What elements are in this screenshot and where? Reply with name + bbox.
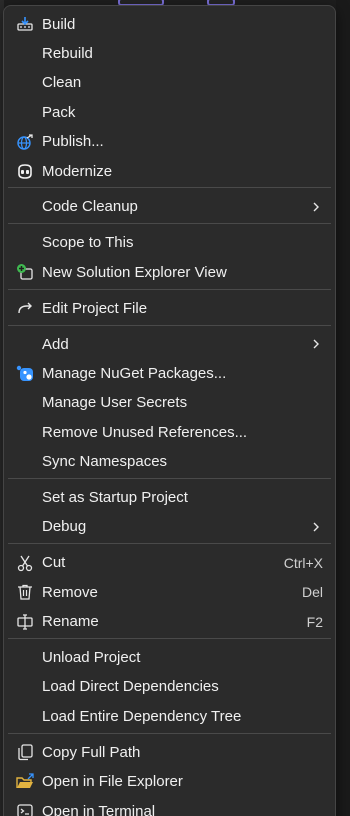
- menu-item-remove[interactable]: Remove Del: [8, 578, 331, 606]
- menu-item-remove-unused-references[interactable]: Remove Unused References...: [8, 418, 331, 446]
- copy-icon: [14, 741, 36, 763]
- menu-item-label: Unload Project: [42, 649, 141, 666]
- menu-item-cut[interactable]: Cut Ctrl+X: [8, 549, 331, 577]
- menu-separator: [8, 223, 331, 225]
- menu-item-scope-to-this[interactable]: Scope to This: [8, 229, 331, 257]
- menu-item-rebuild[interactable]: Rebuild: [8, 39, 331, 67]
- menu-separator: [8, 288, 331, 290]
- menu-item-label: Scope to This: [42, 234, 134, 252]
- menu-item-rename[interactable]: Rename F2: [8, 608, 331, 636]
- menu-item-code-cleanup[interactable]: Code Cleanup: [8, 193, 331, 221]
- menu-item-label: Remove Unused References...: [42, 423, 248, 441]
- menu-item-label: Open in Terminal: [42, 802, 156, 816]
- menu-separator: [8, 187, 331, 189]
- menu-item-load-entire-dependency-tree[interactable]: Load Entire Dependency Tree: [8, 702, 331, 730]
- menu-separator: [8, 732, 331, 734]
- menu-item-label: Rename: [42, 613, 99, 631]
- menu-item-label: Manage User Secrets: [42, 394, 188, 412]
- menu-item-label: Remove: [42, 583, 98, 601]
- nuget-icon: [14, 362, 36, 384]
- menu-item-manage-user-secrets[interactable]: Manage User Secrets: [8, 389, 331, 417]
- globe-publish-icon: [14, 131, 36, 153]
- menu-item-manage-nuget-packages[interactable]: Manage NuGet Packages...: [8, 359, 331, 387]
- menu-item-label: Add: [42, 335, 69, 353]
- menu-item-label: Edit Project File: [42, 299, 148, 317]
- menu-item-build[interactable]: Build: [8, 10, 331, 38]
- menu-item-sync-namespaces[interactable]: Sync Namespaces: [8, 448, 331, 476]
- menu-item-open-in-file-explorer[interactable]: Open in File Explorer: [8, 768, 331, 796]
- menu-item-load-direct-dependencies[interactable]: Load Direct Dependencies: [8, 673, 331, 701]
- menu-item-label: Load Direct Dependencies: [42, 678, 219, 696]
- menu-item-set-as-startup-project[interactable]: Set as Startup Project: [8, 484, 331, 512]
- trash-icon: [14, 581, 36, 603]
- shortcut-text: Del: [301, 584, 323, 601]
- shortcut-text: Ctrl+X: [283, 554, 323, 571]
- menu-item-label: Open in File Explorer: [42, 773, 183, 791]
- scissors-icon: [14, 552, 36, 574]
- screen: Build Rebuild Clean Pack Publish... Modernize…: [0, 0, 350, 816]
- build-icon: [14, 13, 36, 35]
- menu-item-label: Manage NuGet Packages...: [42, 364, 227, 382]
- menu-item-new-solution-explorer-view[interactable]: New Solution Explorer View: [8, 258, 331, 286]
- menu-item-pack[interactable]: Pack: [8, 98, 331, 126]
- chevron-right-icon: [311, 521, 321, 533]
- menu-item-modernize[interactable]: Modernize: [8, 157, 331, 185]
- chevron-right-icon: [311, 338, 321, 350]
- menu-item-label: Pack: [42, 103, 76, 121]
- folder-open-icon: [14, 771, 36, 793]
- menu-item-open-in-terminal[interactable]: Open in Terminal: [8, 797, 331, 816]
- rename-icon: [14, 611, 36, 633]
- chevron-right-icon: [311, 201, 321, 213]
- menu-item-label: Rebuild: [42, 44, 93, 62]
- menu-item-publish[interactable]: Publish...: [8, 128, 331, 156]
- menu-item-label: Load Entire Dependency Tree: [42, 707, 242, 725]
- new-view-icon: [14, 261, 36, 283]
- copilot-icon: [14, 160, 36, 182]
- menu-item-label: Cut: [42, 554, 66, 572]
- terminal-icon: [14, 800, 36, 816]
- menu-item-label: Publish...: [42, 133, 104, 151]
- menu-separator: [8, 543, 331, 545]
- menu-item-label: Build: [42, 15, 76, 33]
- menu-item-label: Sync Namespaces: [42, 453, 168, 471]
- menu-item-debug[interactable]: Debug: [8, 513, 331, 541]
- scroll-gutter: [336, 0, 350, 816]
- menu-item-label: Set as Startup Project: [42, 489, 188, 506]
- menu-item-unload-project[interactable]: Unload Project: [8, 644, 331, 672]
- menu-item-label: Code Cleanup: [42, 198, 138, 216]
- redirect-arrow-icon: [14, 297, 36, 319]
- menu-separator: [8, 324, 331, 326]
- menu-item-label: Modernize: [42, 162, 113, 180]
- context-menu: Build Rebuild Clean Pack Publish... Modernize…: [3, 5, 336, 816]
- menu-item-clean[interactable]: Clean: [8, 69, 331, 97]
- menu-separator: [8, 478, 331, 479]
- menu-item-label: Copy Full Path: [42, 743, 141, 761]
- menu-item-copy-full-path[interactable]: Copy Full Path: [8, 738, 331, 766]
- menu-item-label: Debug: [42, 518, 87, 536]
- menu-separator: [8, 638, 331, 639]
- menu-item-label: New Solution Explorer View: [42, 263, 227, 281]
- menu-item-label: Clean: [42, 74, 82, 92]
- menu-item-edit-project-file[interactable]: Edit Project File: [8, 294, 331, 322]
- shortcut-text: F2: [306, 613, 323, 630]
- menu-item-add[interactable]: Add: [8, 330, 331, 358]
